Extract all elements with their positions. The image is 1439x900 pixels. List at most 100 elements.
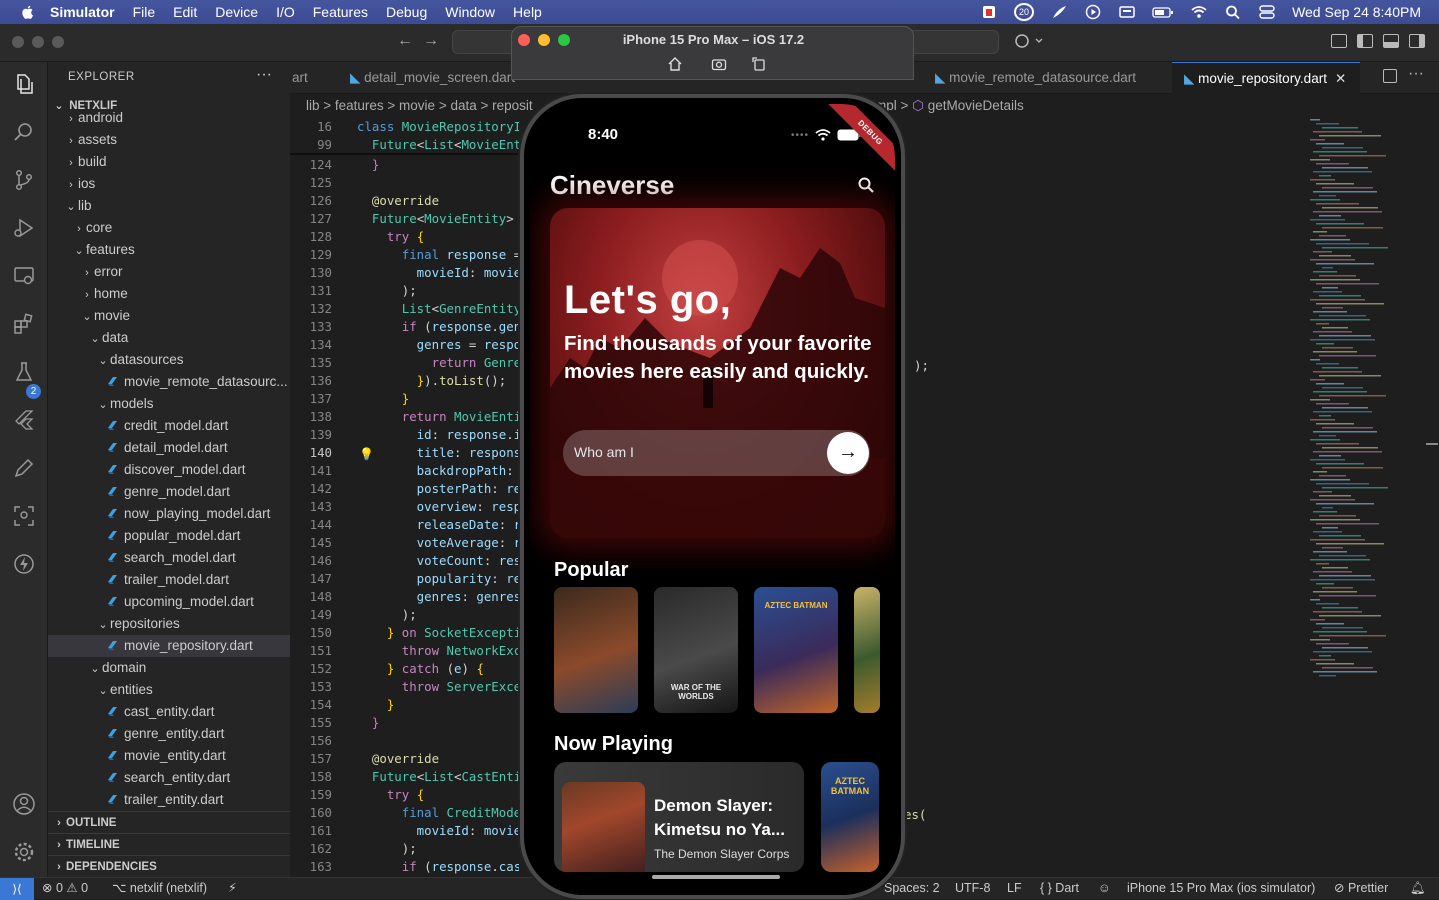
run-debug-icon[interactable] [12,216,36,240]
tree-file[interactable]: genre_model.dart [48,481,290,503]
arrow-right-icon[interactable]: → [827,432,869,474]
tree-file[interactable]: credit_model.dart [48,415,290,437]
source-control-icon[interactable] [12,168,36,192]
tree-file[interactable]: now_playing_model.dart [48,503,290,525]
tree-folder[interactable]: ⌄ data [48,327,290,349]
tree-folder[interactable]: › assets [48,129,290,151]
tree-file[interactable]: movie_remote_datasourc... [48,371,290,393]
tree-folder[interactable]: ⌄ features [48,239,290,261]
menubar-datetime[interactable]: Wed Sep 24 8:40PM [1292,4,1421,20]
minimap[interactable] [1308,117,1418,687]
popular-poster[interactable] [854,587,880,713]
section-dependencies[interactable]: › DEPENDENCIES [48,855,290,877]
popular-poster[interactable] [554,587,638,713]
play-circle-icon[interactable] [1084,4,1102,20]
tree-file[interactable]: genre_entity.dart [48,723,290,745]
breadcrumb-symbol[interactable]: mpl > ⬡ getMovieDetails [875,95,1024,117]
tree-folder[interactable]: ⌄ lib [48,195,290,217]
menu-file[interactable]: File [133,4,156,20]
window-close-button[interactable] [12,36,24,48]
menu-io[interactable]: I/O [276,4,295,20]
battery-icon[interactable] [1152,4,1174,20]
home-indicator[interactable] [652,875,780,879]
tree-file[interactable]: movie_entity.dart [48,745,290,767]
tree-folder[interactable]: › home [48,283,290,305]
tree-file[interactable]: search_model.dart [48,547,290,569]
toggle-panel-icon[interactable] [1383,34,1399,48]
layout-customize-icon[interactable] [1331,34,1347,48]
lightbulb-icon[interactable]: 💡 [359,447,374,461]
nav-forward-icon[interactable]: → [423,32,439,50]
device-status[interactable]: iPhone 15 Pro Max (ios simulator) [1127,878,1315,900]
spotlight-search-icon[interactable] [1224,4,1242,20]
feather-icon[interactable] [1050,4,1068,20]
split-editor-icon[interactable] [1383,69,1397,83]
account-icon[interactable] [12,792,36,816]
home-icon[interactable] [667,56,683,72]
control-center-icon[interactable] [1258,4,1276,20]
popular-poster[interactable]: WAR OF THE WORLDS [654,587,738,713]
prettier-status[interactable]: ⊘ Prettier [1334,878,1388,900]
nav-back-icon[interactable]: ← [397,32,413,50]
section-timeline[interactable]: › TIMELINE [48,833,290,855]
close-tab-icon[interactable]: ✕ [1335,71,1346,86]
language-status[interactable]: { } Dart [1040,878,1079,900]
app-status-icon[interactable] [980,4,998,20]
window-zoom-button[interactable] [52,36,64,48]
tree-file[interactable]: search_entity.dart [48,767,290,789]
screenshot-camera-icon[interactable] [711,56,727,72]
apple-logo-icon[interactable] [20,4,36,20]
display-icon[interactable] [1118,4,1136,20]
tab-detail-movie-screen[interactable]: ◣ detail_movie_screen.dart [340,62,525,94]
notifications-bell-icon[interactable]: 🔔︎ [1410,878,1426,900]
search-icon[interactable] [12,120,36,144]
scan-icon[interactable] [12,504,36,528]
tree-file[interactable]: popular_model.dart [48,525,290,547]
tree-folder[interactable]: ⌄ movie [48,305,290,327]
tree-folder[interactable]: ⌄ entities [48,679,290,701]
indentation-status[interactable]: Spaces: 2 [884,878,940,900]
settings-gear-icon[interactable] [12,840,36,864]
hero-search-input[interactable]: Who am I → [563,430,870,476]
extensions-icon[interactable] [12,312,36,336]
tree-file[interactable]: trailer_model.dart [48,569,290,591]
tree-file[interactable]: trailer_entity.dart [48,789,290,811]
tree-folder[interactable]: ⌄ domain [48,657,290,679]
more-actions-icon[interactable]: ··· [256,66,272,84]
tree-folder[interactable]: ⌄ repositories [48,613,290,635]
tab-partial[interactable]: art [290,62,340,94]
scrollbar-indicator[interactable] [1426,443,1438,445]
tree-file[interactable]: detail_model.dart [48,437,290,459]
app-search-icon[interactable] [857,176,875,194]
branch-status[interactable]: ⌥ netxlif (netxlif) [112,878,207,900]
tree-folder[interactable]: › error [48,261,290,283]
tree-file[interactable]: cast_entity.dart [48,701,290,723]
tree-folder[interactable]: › core [48,217,290,239]
tree-folder[interactable]: ⌄ datasources [48,349,290,371]
copilot-status-icon[interactable]: ☺ [1098,878,1111,900]
pen-tool-icon[interactable] [12,456,36,480]
remote-explorer-icon[interactable] [12,264,36,288]
encoding-status[interactable]: UTF-8 [955,878,990,900]
tree-folder[interactable]: ⌄ models [48,393,290,415]
notification-count-icon[interactable]: 20 [1014,3,1035,21]
menu-window[interactable]: Window [445,4,495,20]
remote-indicator-icon[interactable]: ⟩⟨ [0,878,34,900]
now-playing-card[interactable]: AZTEC BATMAN [821,762,879,872]
now-playing-card[interactable]: Demon Slayer: Kimetsu no Ya... The Demon… [554,762,804,872]
menu-app-name[interactable]: Simulator [50,4,115,20]
eol-status[interactable]: LF [1007,878,1022,900]
flutter-status-icon[interactable]: ⚡ [228,878,237,900]
menu-features[interactable]: Features [313,4,368,20]
menu-debug[interactable]: Debug [386,4,427,20]
menu-device[interactable]: Device [215,4,258,20]
section-outline[interactable]: › OUTLINE [48,811,290,833]
menu-help[interactable]: Help [513,4,542,20]
lightning-icon[interactable] [12,552,36,576]
tree-folder[interactable]: › ios [48,173,290,195]
copilot-icon[interactable] [1014,33,1044,49]
toggle-secondary-sidebar-icon[interactable] [1409,34,1425,48]
popular-poster[interactable]: AZTEC BATMAN [754,587,838,713]
menu-edit[interactable]: Edit [173,4,197,20]
tree-file[interactable]: discover_model.dart [48,459,290,481]
